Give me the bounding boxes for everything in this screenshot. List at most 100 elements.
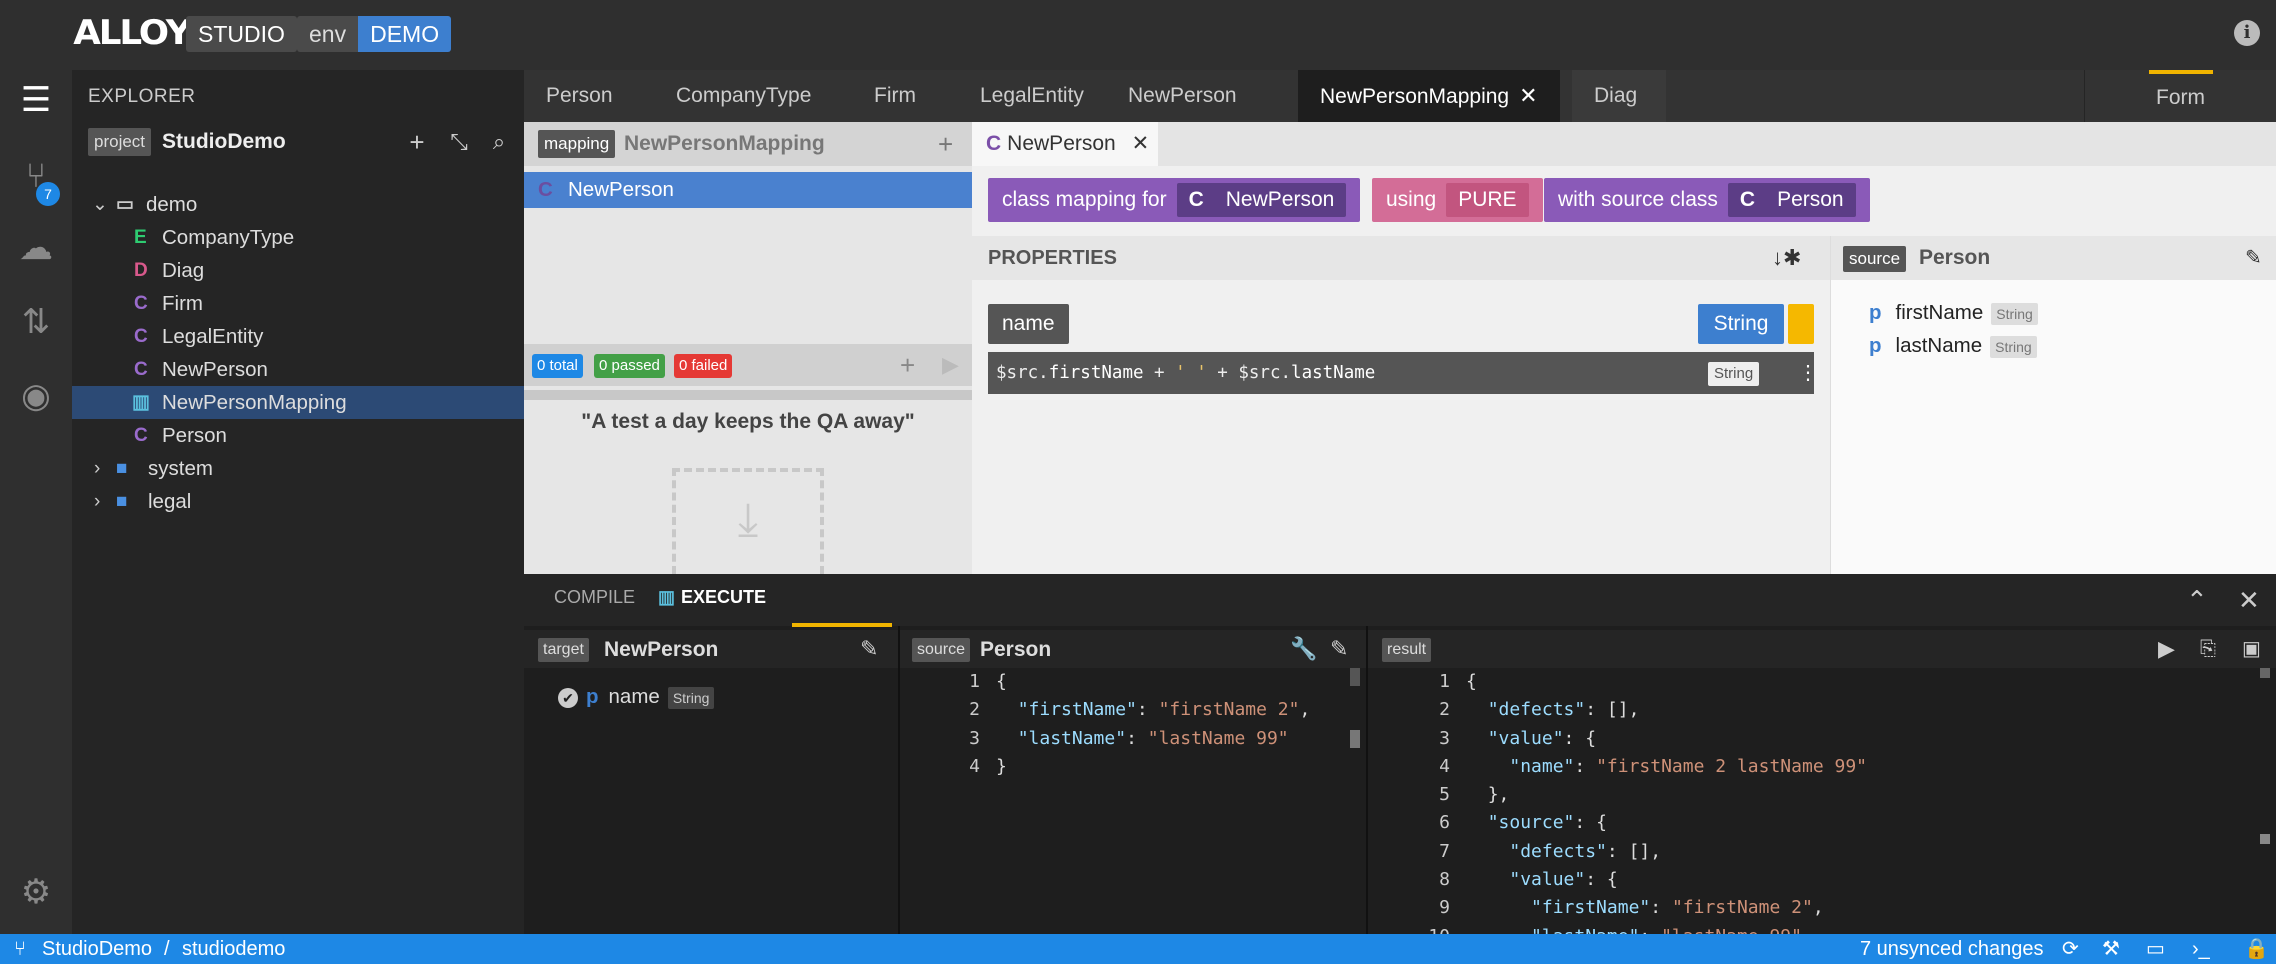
tab-newperson[interactable]: NewPerson <box>1106 70 1259 122</box>
folder-open-icon: ▭ <box>116 194 134 215</box>
add-test-icon[interactable]: + <box>900 350 915 380</box>
source-property-name: lastName <box>1895 334 1983 357</box>
using-label: using <box>1386 188 1437 211</box>
settings-gear-icon[interactable]: ⚙ <box>0 862 72 922</box>
close-icon[interactable]: ✕ <box>1519 83 1537 108</box>
mapping-type-chip[interactable]: PURE <box>1446 183 1529 217</box>
more-vertical-icon[interactable]: ⋮ <box>1798 352 1818 394</box>
target-property[interactable]: ✔ p name String <box>558 682 715 712</box>
edit-icon[interactable]: ✎ <box>1330 634 1348 664</box>
diagram-icon: D <box>134 260 148 281</box>
class-mapping-item[interactable]: C NewPerson <box>524 172 972 208</box>
tree-item-newpersonmapping[interactable]: ▥ NewPersonMapping <box>72 386 524 419</box>
tree-label: demo <box>146 193 198 216</box>
class-mapping-label: NewPerson <box>568 178 674 201</box>
panel-toggle-icon[interactable]: ▭ <box>2146 934 2165 964</box>
eye-icon[interactable]: ◉ <box>0 366 72 426</box>
tree-label: Firm <box>162 292 203 315</box>
source-line-numbers: 1 2 3 4 <box>969 671 980 777</box>
hammer-compile-icon[interactable]: ⚒ <box>2102 934 2120 964</box>
tab-companytype[interactable]: CompanyType <box>654 70 833 122</box>
source-property-name: firstName <box>1895 301 1984 324</box>
tab-execute[interactable]: ▥ EXECUTE <box>658 574 893 627</box>
subtab-newperson[interactable]: C NewPerson ✕ <box>972 122 1158 166</box>
property-action-handle[interactable] <box>1788 304 1814 344</box>
cloud-sync-icon[interactable]: ☁ <box>0 218 72 278</box>
changes-count-badge: 7 <box>36 182 60 206</box>
app-header: ALLOY STUDIO env DEMO i <box>0 0 2276 70</box>
scrollbar-thumb[interactable] <box>1350 730 1360 748</box>
tab-newpersonmapping[interactable]: NewPersonMapping ✕ <box>1298 70 1560 122</box>
subtab-label: NewPerson <box>1007 132 1116 155</box>
unsynced-changes[interactable]: 7 unsynced changes <box>1860 934 2043 964</box>
tab-diag[interactable]: Diag <box>1572 70 1666 122</box>
property-type[interactable]: String <box>1698 304 1784 344</box>
class-mapping-editor: C NewPerson ✕ class mapping for C NewPerso… <box>972 122 2276 574</box>
tab-legalentity[interactable]: LegalEntity <box>958 70 1106 122</box>
edit-icon[interactable]: ✎ <box>2245 244 2262 272</box>
info-icon[interactable]: i <box>2234 20 2260 46</box>
source-class-chip[interactable]: C Person <box>1727 183 1856 217</box>
empty-tests-quote: "A test a day keeps the QA away" <box>581 410 915 433</box>
explorer-title: EXPLORER <box>88 86 196 107</box>
save-icon[interactable]: ▣ <box>2242 634 2261 664</box>
status-workspace[interactable]: studiodemo <box>182 934 285 964</box>
tab-form[interactable]: Form <box>2084 70 2276 122</box>
enumeration-icon: E <box>134 227 147 248</box>
tests-total-badge: 0 total <box>532 354 583 378</box>
add-test-dropzone[interactable]: ⤓ <box>672 468 824 574</box>
close-icon[interactable]: ✕ <box>1132 132 1150 155</box>
tree-item-newperson[interactable]: C NewPerson <box>72 353 524 386</box>
env-badge: env DEMO <box>297 16 452 52</box>
source-json-editor[interactable]: { "firstName": "firstName 2", "lastName"… <box>996 668 1356 908</box>
branch-icon: ⑂ <box>14 938 26 960</box>
tree-item-firm[interactable]: C Firm <box>72 287 524 320</box>
lock-icon[interactable]: 🔒 <box>2244 934 2269 964</box>
scrollbar-thumb[interactable] <box>2260 834 2270 844</box>
tree-folder-legal[interactable]: › ■ legal <box>72 485 524 518</box>
tree-folder-system[interactable]: › ■ system <box>72 452 524 485</box>
explorer-list-icon[interactable]: ☰ <box>0 70 72 130</box>
source-property[interactable]: p firstName String <box>1869 298 2038 328</box>
tree-item-diag[interactable]: D Diag <box>72 254 524 287</box>
tree-item-companytype[interactable]: E CompanyType <box>72 221 524 254</box>
tree-folder-demo[interactable]: ⌄ ▭ demo <box>72 188 524 221</box>
sort-properties-icon[interactable]: ↓✱ <box>1772 236 1801 280</box>
add-element-icon[interactable]: + <box>402 126 432 158</box>
expr-part: firstName <box>1048 363 1144 383</box>
search-icon[interactable]: ⌕ <box>484 126 514 158</box>
tree-label: system <box>148 457 213 480</box>
result-json-viewer[interactable]: { "defects": [], "value": { "name": "fir… <box>1466 668 2266 934</box>
source-property[interactable]: p lastName String <box>1869 331 2037 361</box>
tree-item-person[interactable]: C Person <box>72 419 524 452</box>
review-icon[interactable]: ⇅ <box>0 292 72 352</box>
status-project[interactable]: StudioDemo <box>42 934 152 964</box>
tab-person[interactable]: Person <box>524 70 635 122</box>
status-bar: ⑂ StudioDemo / studiodemo 7 unsynced cha… <box>0 934 2276 964</box>
target-pane-header: target NewPerson ✎ <box>524 630 898 668</box>
expr-part: + <box>1143 363 1176 383</box>
transform-expression-editor[interactable]: $src.firstName + ' ' + $src.lastName <box>988 352 1814 394</box>
source-pane-header: source Person 🔧 ✎ <box>900 630 1366 668</box>
class-icon: C <box>134 425 148 446</box>
class-icon: C <box>134 293 148 314</box>
tree-label: Diag <box>162 259 205 282</box>
target-class-chip[interactable]: C NewPerson <box>1176 183 1347 217</box>
tab-firm[interactable]: Firm <box>852 70 938 122</box>
run-tests-icon[interactable]: ▶ <box>942 350 959 380</box>
edit-icon[interactable]: ✎ <box>860 634 878 664</box>
promote-test-icon[interactable]: ⎘ <box>2200 634 2216 664</box>
sync-icon[interactable]: ⟳ <box>2062 934 2079 964</box>
tree-label: legal <box>148 490 192 513</box>
tab-compile[interactable]: COMPILE <box>524 574 665 626</box>
class-mapping-label: class mapping for <box>1002 188 1167 211</box>
mapping-explorer: mapping NewPersonMapping + C NewPerson 0… <box>524 122 972 574</box>
wrench-icon[interactable]: 🔧 <box>1290 634 1317 664</box>
play-execute-icon[interactable]: ▶ <box>2158 634 2175 664</box>
tree-item-legalentity[interactable]: C LegalEntity <box>72 320 524 353</box>
add-class-mapping-icon[interactable]: + <box>938 128 953 160</box>
terminal-icon[interactable]: ›_ <box>2192 934 2210 964</box>
collapse-tree-icon[interactable]: ⤡ <box>444 126 474 158</box>
close-panel-icon[interactable]: ✕ <box>2238 582 2260 618</box>
chevron-up-icon[interactable]: ⌃ <box>2186 582 2208 618</box>
